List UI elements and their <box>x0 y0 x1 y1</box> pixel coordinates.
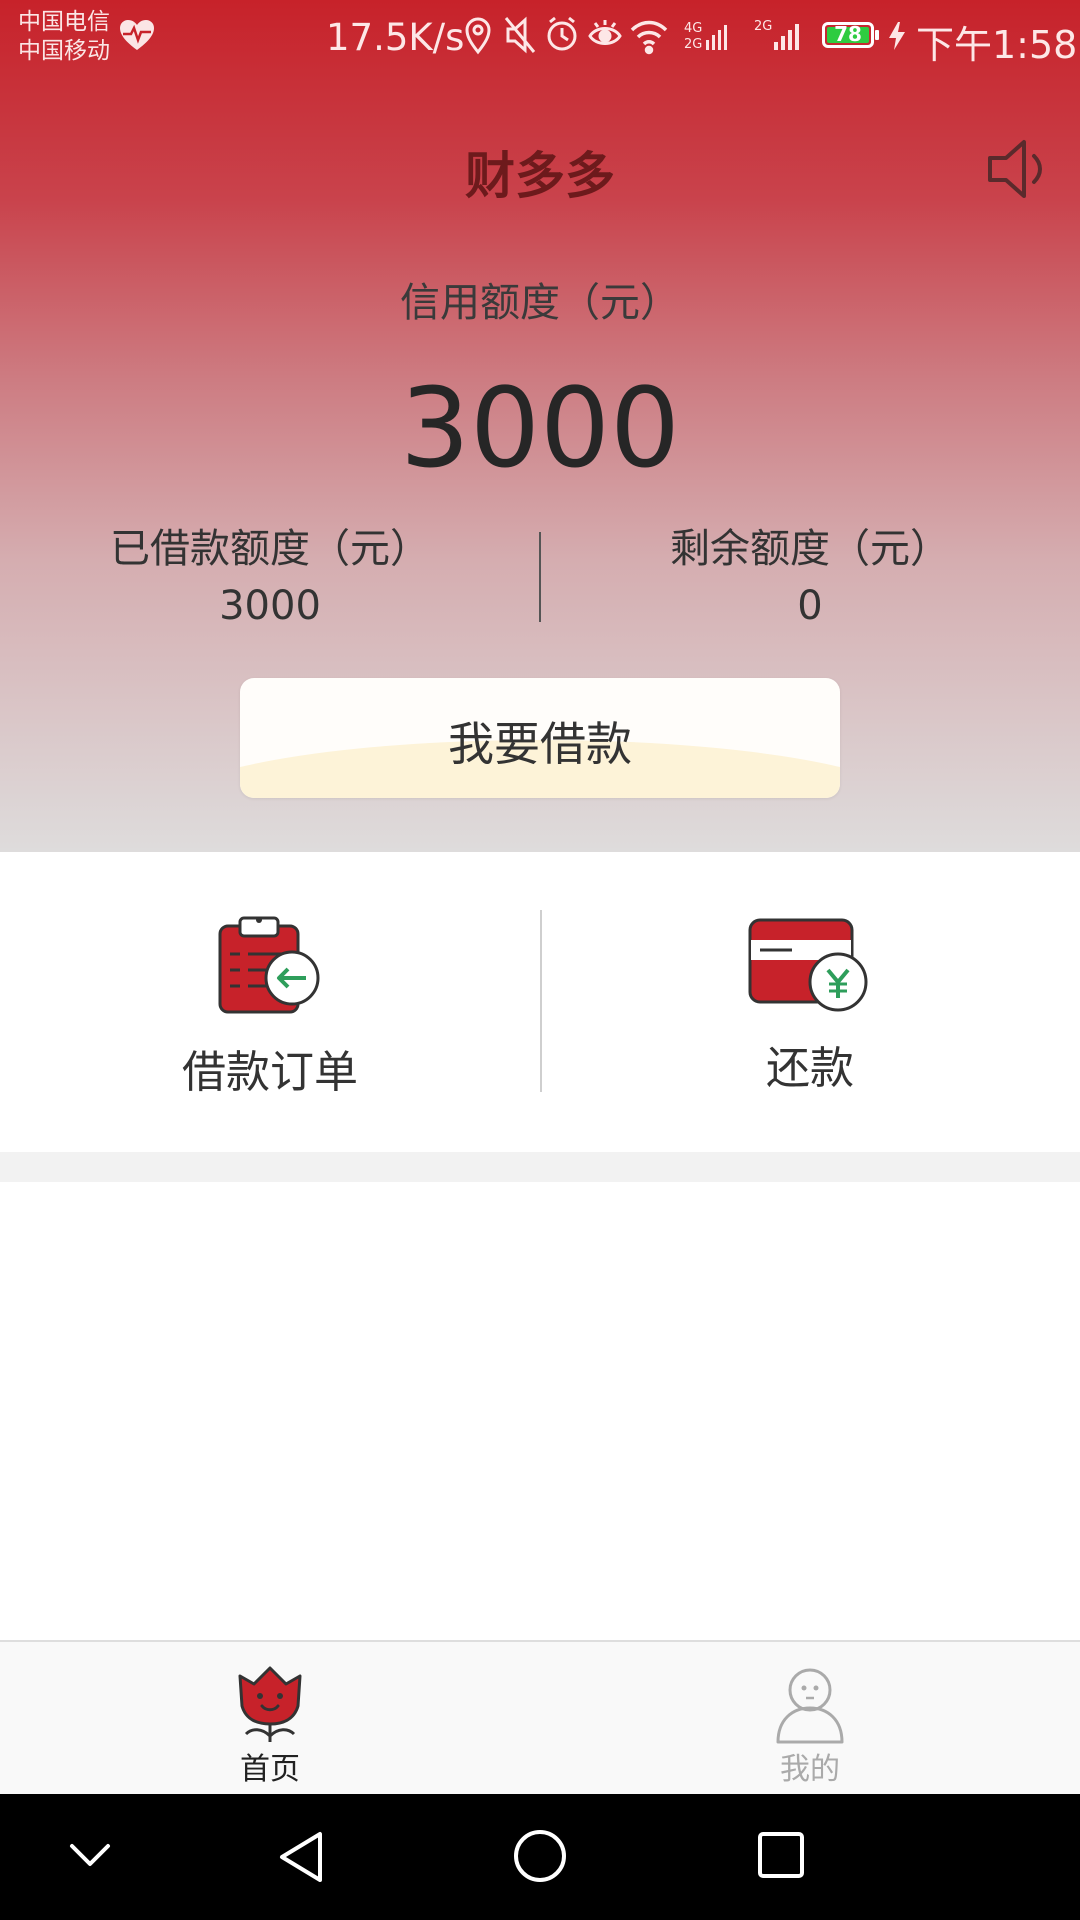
remaining-value: 0 <box>797 583 823 629</box>
tab-home[interactable]: 首页 <box>0 1642 540 1794</box>
tab-mine-label: 我的 <box>780 1752 840 1787</box>
battery-level: 78 <box>834 22 862 46</box>
card-yuan-icon <box>748 918 868 1012</box>
carrier-1: 中国电信 <box>18 9 110 35</box>
signal-2g-icon: 2G <box>754 19 799 50</box>
carrier-2: 中国移动 <box>18 38 110 64</box>
recents-square-icon[interactable] <box>756 1830 806 1880</box>
repay-label: 还款 <box>766 1043 854 1094</box>
svg-text:2G: 2G <box>684 37 702 52</box>
battery-icon: 78 <box>822 22 874 48</box>
status-icons: 4G 2G 2G <box>465 16 799 55</box>
home-circle-icon[interactable] <box>512 1828 568 1884</box>
remaining-label: 剩余额度（元） <box>670 526 950 572</box>
borrowed-amount-block: 已借款额度（元） 3000 <box>0 522 540 636</box>
quick-actions: 借款订单 还款 <box>0 852 1080 1152</box>
credit-limit-label: 信用额度（元） <box>400 280 680 326</box>
back-icon[interactable] <box>276 1830 326 1884</box>
location-icon <box>465 17 491 55</box>
mute-icon <box>504 16 536 54</box>
chevron-down-icon[interactable] <box>66 1838 114 1874</box>
hero-banner: 中国电信 中国移动 17.5K/s 4G 2G 2G 78 下午1:58 财多多… <box>0 0 1080 852</box>
heart-rate-icon <box>120 20 154 50</box>
carrier-info: 中国电信 中国移动 <box>18 8 110 66</box>
status-bar: 中国电信 中国移动 17.5K/s 4G 2G 2G 78 下午1:58 <box>0 0 1080 72</box>
wifi-icon <box>630 20 668 55</box>
charging-icon <box>889 22 905 50</box>
network-speed: 17.5K/s <box>326 16 465 59</box>
repay-button[interactable]: 还款 <box>540 852 1080 1152</box>
svg-text:2G: 2G <box>754 19 772 34</box>
section-divider <box>0 1152 1080 1182</box>
person-icon <box>776 1668 844 1744</box>
borrow-button-label: 我要借款 <box>448 717 632 771</box>
alarm-icon <box>547 16 577 51</box>
flower-home-icon <box>238 1666 302 1742</box>
loan-orders-label: 借款订单 <box>182 1047 358 1098</box>
loan-orders-button[interactable]: 借款订单 <box>0 852 540 1152</box>
app-title: 财多多 <box>465 147 615 205</box>
borrowed-label: 已借款额度（元） <box>110 526 430 572</box>
borrow-button[interactable]: 我要借款 <box>240 678 840 798</box>
credit-limit-amount: 3000 <box>400 364 680 492</box>
tab-mine[interactable]: 我的 <box>540 1642 1080 1794</box>
clipboard-return-icon <box>218 916 320 1014</box>
svg-text:4G: 4G <box>684 21 702 36</box>
remaining-amount-block: 剩余额度（元） 0 <box>540 522 1080 636</box>
system-nav-bar <box>0 1794 1080 1920</box>
battery-tip <box>875 30 879 40</box>
speaker-icon[interactable] <box>984 134 1054 204</box>
signal-4g-icon: 4G 2G <box>684 21 727 52</box>
tab-home-label: 首页 <box>240 1752 300 1787</box>
eye-icon <box>588 20 622 45</box>
bottom-tab-bar: 首页 我的 <box>0 1640 1080 1794</box>
borrowed-value: 3000 <box>219 583 321 629</box>
clock: 下午1:58 <box>916 23 1078 67</box>
